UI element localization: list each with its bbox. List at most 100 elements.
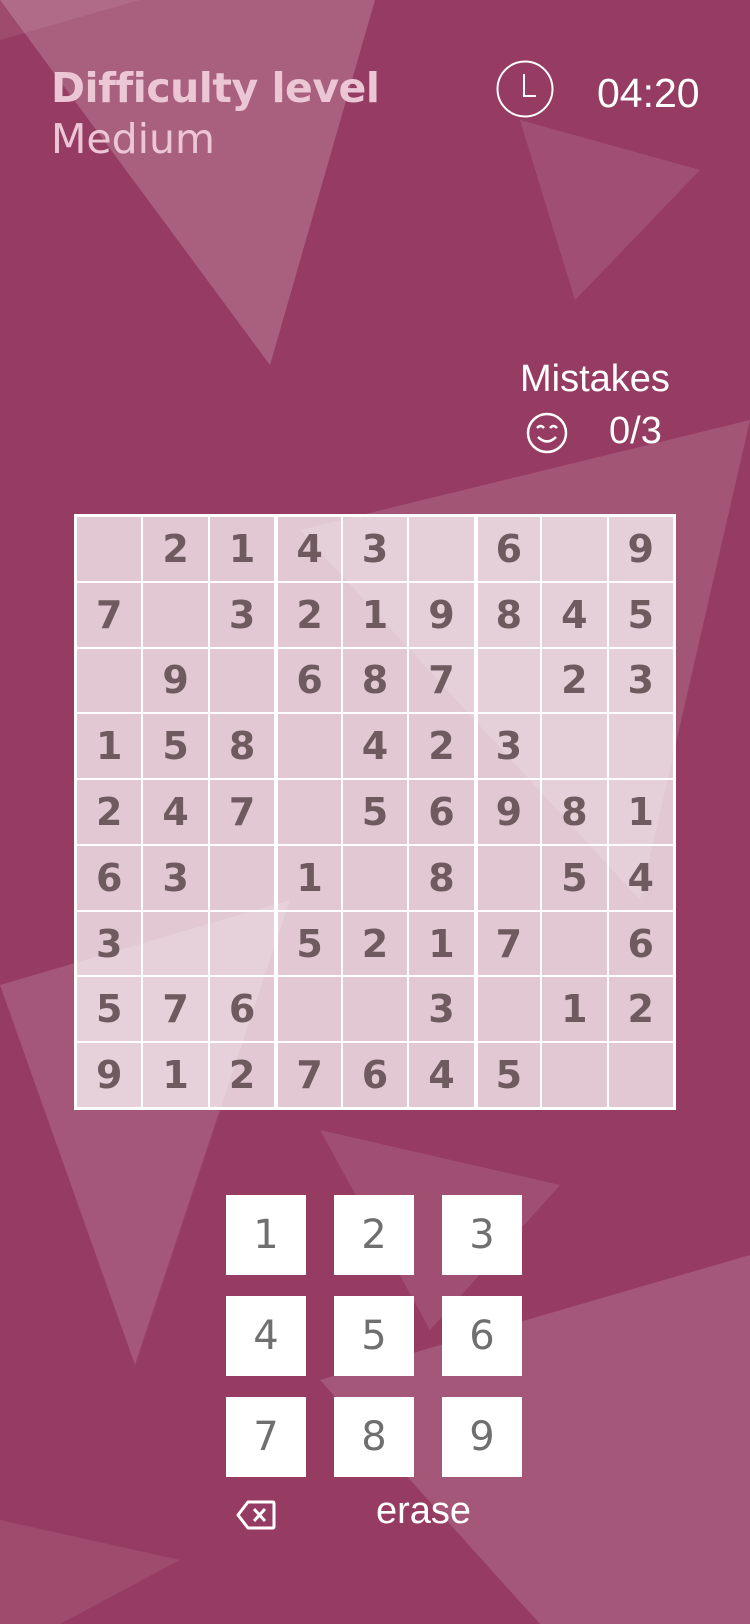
sudoku-cell[interactable]: 1 [341, 581, 409, 648]
sudoku-cell[interactable]: 4 [341, 713, 409, 780]
sudoku-cell[interactable] [208, 910, 276, 977]
keypad-key-8[interactable]: 8 [334, 1397, 414, 1477]
sudoku-cell[interactable]: 6 [208, 976, 276, 1043]
sudoku-cell[interactable]: 7 [275, 1042, 342, 1108]
sudoku-cell[interactable]: 1 [208, 516, 276, 582]
keypad-key-3[interactable]: 3 [442, 1195, 522, 1275]
sudoku-cell[interactable]: 2 [607, 976, 674, 1043]
sudoku-cell[interactable] [474, 844, 542, 911]
sudoku-cell[interactable]: 3 [607, 647, 674, 714]
sudoku-cell[interactable]: 4 [275, 516, 342, 582]
sudoku-cell[interactable]: 3 [142, 844, 209, 911]
sudoku-cell[interactable]: 9 [142, 647, 209, 714]
keypad-key-5[interactable]: 5 [334, 1296, 414, 1376]
sudoku-cell[interactable]: 3 [208, 581, 276, 648]
sudoku-cell[interactable]: 1 [142, 1042, 209, 1108]
sudoku-cell[interactable] [474, 647, 542, 714]
keypad-key-4[interactable]: 4 [226, 1296, 306, 1376]
keypad-key-6[interactable]: 6 [442, 1296, 522, 1376]
sudoku-cell[interactable]: 5 [607, 581, 674, 648]
timer: 04:20 [597, 70, 700, 116]
keypad-key-2[interactable]: 2 [334, 1195, 414, 1275]
sudoku-cell[interactable]: 3 [341, 516, 409, 582]
sudoku-cell[interactable] [341, 844, 409, 911]
sudoku-cell[interactable]: 3 [474, 713, 542, 780]
sudoku-cell[interactable]: 5 [474, 1042, 542, 1108]
sudoku-cell[interactable]: 5 [76, 976, 143, 1043]
sudoku-cell[interactable]: 6 [474, 516, 542, 582]
sudoku-cell[interactable]: 4 [541, 581, 608, 648]
sudoku-cell[interactable]: 2 [142, 516, 209, 582]
sudoku-cell[interactable]: 8 [341, 647, 409, 714]
sudoku-cell[interactable]: 4 [408, 1042, 475, 1108]
sudoku-cell[interactable]: 5 [275, 910, 342, 977]
sudoku-cell[interactable]: 9 [76, 1042, 143, 1108]
sudoku-cell[interactable] [607, 1042, 674, 1108]
sudoku-cell[interactable]: 6 [408, 779, 475, 845]
sudoku-cell[interactable]: 1 [541, 976, 608, 1043]
sudoku-cell[interactable]: 3 [408, 976, 475, 1043]
backspace-icon[interactable] [236, 1500, 276, 1530]
sudoku-cell[interactable] [208, 647, 276, 714]
sudoku-cell[interactable]: 8 [208, 713, 276, 780]
sudoku-cell[interactable]: 2 [208, 1042, 276, 1108]
sudoku-cell[interactable] [142, 910, 209, 977]
sudoku-cell[interactable]: 5 [541, 844, 608, 911]
sudoku-cell[interactable]: 6 [76, 844, 143, 911]
sudoku-cell[interactable]: 9 [607, 516, 674, 582]
erase-button[interactable]: erase [376, 1490, 471, 1533]
sudoku-cell[interactable]: 1 [607, 779, 674, 845]
sudoku-cell[interactable] [208, 844, 276, 911]
sudoku-cell[interactable]: 2 [541, 647, 608, 714]
sudoku-cell[interactable]: 2 [275, 581, 342, 648]
sudoku-cell[interactable]: 1 [275, 844, 342, 911]
sudoku-cell[interactable]: 7 [76, 581, 143, 648]
sudoku-cell[interactable] [76, 647, 143, 714]
sudoku-cell[interactable]: 2 [408, 713, 475, 780]
sudoku-cell[interactable]: 7 [142, 976, 209, 1043]
sudoku-board: 2143697321984596872315842324756981631854… [74, 514, 676, 1110]
sudoku-cell[interactable]: 4 [607, 844, 674, 911]
sudoku-cell[interactable]: 6 [607, 910, 674, 977]
sudoku-cell[interactable]: 1 [76, 713, 143, 780]
sudoku-cell[interactable]: 9 [408, 581, 475, 648]
sudoku-cell[interactable]: 5 [341, 779, 409, 845]
mistakes-label: Mistakes [520, 358, 670, 400]
sudoku-cell[interactable] [275, 779, 342, 845]
sudoku-cell[interactable]: 5 [142, 713, 209, 780]
keypad-key-7[interactable]: 7 [226, 1397, 306, 1477]
keypad-key-1[interactable]: 1 [226, 1195, 306, 1275]
sudoku-cell[interactable]: 8 [541, 779, 608, 845]
sudoku-cell[interactable]: 8 [408, 844, 475, 911]
smiley-icon [526, 412, 568, 454]
sudoku-cell[interactable] [541, 910, 608, 977]
sudoku-cell[interactable] [541, 1042, 608, 1108]
sudoku-cell[interactable]: 7 [474, 910, 542, 977]
sudoku-cell[interactable]: 4 [142, 779, 209, 845]
sudoku-cell[interactable] [142, 581, 209, 648]
sudoku-cell[interactable]: 9 [474, 779, 542, 845]
sudoku-cell[interactable]: 8 [474, 581, 542, 648]
sudoku-cell[interactable] [607, 713, 674, 780]
sudoku-cell[interactable] [541, 516, 608, 582]
sudoku-cell[interactable]: 7 [208, 779, 276, 845]
sudoku-cell[interactable] [541, 713, 608, 780]
sudoku-cell[interactable] [408, 516, 475, 582]
sudoku-cell[interactable] [474, 976, 542, 1043]
sudoku-cell[interactable] [275, 976, 342, 1043]
sudoku-cell[interactable]: 1 [408, 910, 475, 977]
keypad-key-9[interactable]: 9 [442, 1397, 522, 1477]
sudoku-cell[interactable] [341, 976, 409, 1043]
difficulty-level-title: Difficulty level [51, 64, 380, 112]
sudoku-cell[interactable]: 2 [341, 910, 409, 977]
sudoku-cell[interactable]: 3 [76, 910, 143, 977]
sudoku-cell[interactable]: 2 [76, 779, 143, 845]
sudoku-cell[interactable] [275, 713, 342, 780]
sudoku-cell[interactable]: 7 [408, 647, 475, 714]
sudoku-cell[interactable]: 6 [341, 1042, 409, 1108]
clock-icon [496, 60, 554, 118]
difficulty-level-value: Medium [51, 115, 215, 163]
mistakes-count: 0/3 [609, 410, 662, 452]
sudoku-cell[interactable]: 6 [275, 647, 342, 714]
sudoku-cell[interactable] [76, 516, 143, 582]
